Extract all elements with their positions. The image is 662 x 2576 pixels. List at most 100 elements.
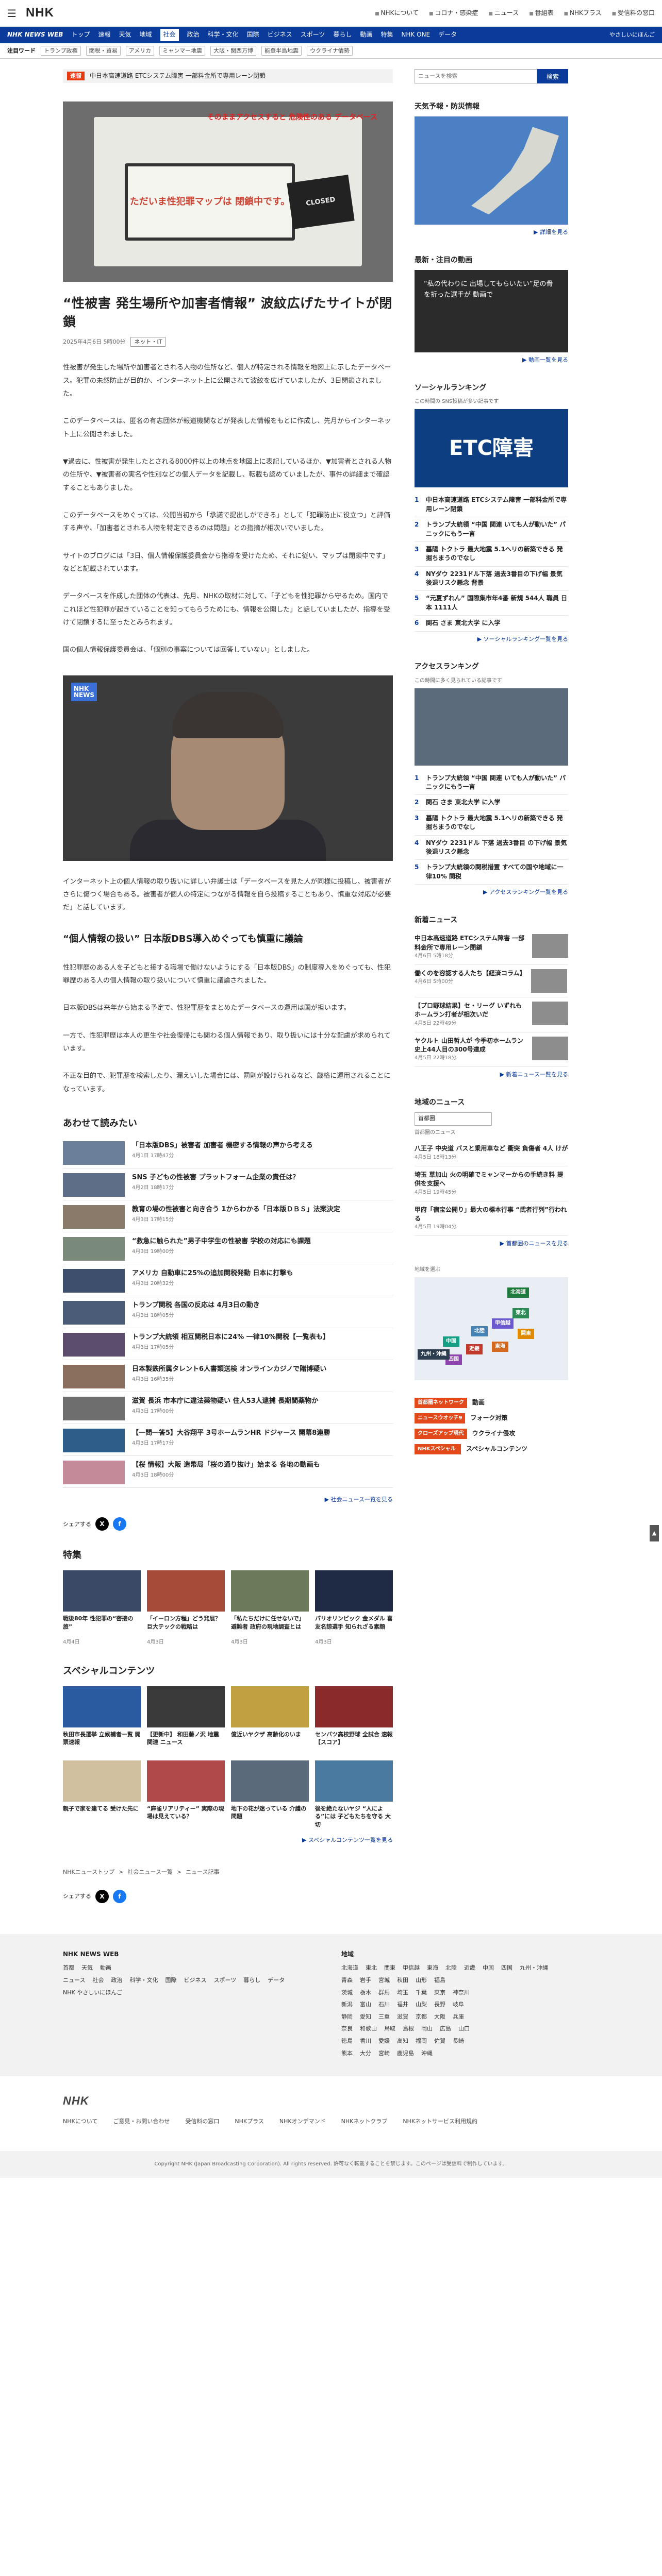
footer-link[interactable]: 福井 bbox=[397, 2000, 408, 2009]
breadcrumb-item[interactable]: NHKニューストップ bbox=[63, 1868, 114, 1877]
special-card-image[interactable] bbox=[63, 1760, 141, 1802]
footer-link[interactable]: 九州・沖縄 bbox=[520, 1963, 548, 1973]
nav-item[interactable]: NHK ONE bbox=[401, 30, 430, 40]
footer-bottom-link[interactable]: NHKについて bbox=[63, 2117, 97, 2126]
footer-link[interactable]: 社会 bbox=[92, 1976, 104, 1985]
special-card[interactable]: 【更新中】 和田藤ノ沢 地震 関連 ニュース bbox=[147, 1686, 225, 1754]
related-item[interactable]: トランプ大統領 相互関税日本に24% 一律10%関税【一覧表も】 4月3日 17時… bbox=[63, 1328, 393, 1360]
access-link[interactable]: ▶ アクセスランキング一覧を見る bbox=[415, 888, 568, 897]
rank-item[interactable]: 4 NYダウ 2231ドル下落 過去3番目の下げ幅 景気後退リスク懸念 背景 bbox=[415, 567, 568, 591]
article-category[interactable]: ネット・IT bbox=[130, 336, 166, 347]
footer-link[interactable]: 動画 bbox=[100, 1963, 111, 1973]
special-card-title[interactable]: センバツ高校野球 全試合 速報 【スコア】 bbox=[315, 1731, 393, 1754]
features-card-title[interactable]: 戦後80年 性犯罪の“密接の旅” bbox=[63, 1615, 141, 1638]
footer-link[interactable]: 国際 bbox=[165, 1976, 176, 1985]
footer-bottom-link[interactable]: NHKネットサービス利用規約 bbox=[403, 2117, 477, 2126]
top-link[interactable]: ニュース bbox=[488, 8, 519, 18]
footer-link[interactable]: 熊本 bbox=[341, 2049, 353, 2058]
related-thumbnail[interactable] bbox=[63, 1141, 125, 1165]
features-card[interactable]: 「私たちだけに任せないで」 避難者 政府の現地調査とは 4月3日 bbox=[231, 1570, 309, 1647]
footer-link[interactable]: 広島 bbox=[440, 2024, 451, 2033]
footer-bottom-link[interactable]: 受信料の窓口 bbox=[185, 2117, 219, 2126]
related-item-title[interactable]: 日本製鉄所属タレント6人書類送検 オンラインカジノで賭博疑い bbox=[132, 1365, 326, 1374]
program-link[interactable]: 首都圏ネットワーク 動画 bbox=[415, 1398, 568, 1409]
news-item[interactable]: 働くのを容認する人たち【経済コラム】 4月6日 5時00分 bbox=[415, 965, 568, 997]
footer-link[interactable]: 長崎 bbox=[453, 2037, 464, 2046]
news-item-title[interactable]: 埼玉 草加山 火の明確でミャンマーからの手続き料 提供を支援へ bbox=[415, 1171, 568, 1189]
footer-link[interactable]: NHK やさしいにほんご bbox=[63, 1988, 122, 1997]
footer-link[interactable]: 福島 bbox=[434, 1976, 445, 1985]
news-item[interactable]: 中日本高速道路 ETCシステム障害 一部料金所で専用レーン閉鎖 4月6日 5時18… bbox=[415, 930, 568, 965]
trending-tag[interactable]: 能登半島地震 bbox=[261, 45, 302, 56]
region-kanto[interactable]: 関東 bbox=[518, 1329, 534, 1340]
nav-item[interactable]: トップ bbox=[71, 30, 90, 40]
footer-link[interactable]: 山形 bbox=[416, 1976, 427, 1985]
related-thumbnail[interactable] bbox=[63, 1396, 125, 1420]
rank-item[interactable]: 3 墓陽 トクトラ 最大地震 5.1ヘリの新築できる 発掘ちまうのでなし bbox=[415, 542, 568, 567]
related-thumbnail[interactable] bbox=[63, 1205, 125, 1229]
rank-item[interactable]: 2 関石 さま 東北大学 に入学 bbox=[415, 795, 568, 811]
footer-link[interactable]: 東京 bbox=[434, 1988, 445, 1997]
news-item-title[interactable]: ヤクルト 山田哲人が 今季初ホームラン 史上44人目の300号達成 bbox=[415, 1037, 527, 1055]
special-card[interactable]: 地下の花が迷っている 介護の問題 bbox=[231, 1760, 309, 1828]
news-item-title[interactable]: 働くのを容認する人たち【経済コラム】 bbox=[415, 969, 526, 978]
footer-link[interactable]: 北陸 bbox=[445, 1963, 457, 1973]
footer-link[interactable]: 青森 bbox=[341, 1976, 353, 1985]
related-item-title[interactable]: トランプ大統領 相互関税日本に24% 一律10%関税【一覧表も】 bbox=[132, 1333, 329, 1342]
rank-item[interactable]: 3 墓陽 トクトラ 最大地震 5.1ヘリの新築できる 発掘ちまうのでなし bbox=[415, 811, 568, 836]
footer-link[interactable]: 秋田 bbox=[397, 1976, 408, 1985]
special-card-title[interactable]: 地下の花が迷っている 介護の問題 bbox=[231, 1805, 309, 1828]
footer-link[interactable]: 鳥取 bbox=[384, 2024, 395, 2033]
special-card-title[interactable]: 後を絶たないヤジ “人による”には 子どもたちを守る 大切 bbox=[315, 1805, 393, 1828]
trending-tag[interactable]: 大阪・関西万博 bbox=[210, 45, 257, 56]
related-thumbnail[interactable] bbox=[63, 1364, 125, 1388]
related-item[interactable]: 日本製鉄所属タレント6人書類送検 オンラインカジノで賭博疑い 4月3日 16時35… bbox=[63, 1360, 393, 1392]
special-card-title[interactable]: 【更新中】 和田藤ノ沢 地震 関連 ニュース bbox=[147, 1731, 225, 1754]
nav-item[interactable]: 天気 bbox=[119, 30, 131, 40]
nav-item-active[interactable]: 社会 bbox=[160, 29, 179, 41]
region-chugoku[interactable]: 中国 bbox=[443, 1336, 459, 1347]
news-item-title[interactable]: 【プロ野球結果】セ・リーグ いずれも ホームラン打者が相次いだ bbox=[415, 1002, 527, 1020]
special-card-image[interactable] bbox=[147, 1686, 225, 1727]
breaking-text[interactable]: 中日本高速道路 ETCシステム障害 一部料金所で専用レーン閉鎖 bbox=[90, 71, 266, 81]
rank-title[interactable]: NYダウ 2231ドル 下落 過去3番目 の下げ幅 景気後退リスク懸念 bbox=[426, 839, 568, 857]
news-item[interactable]: 【プロ野球結果】セ・リーグ いずれも ホームラン打者が相次いだ 4月5日 22時4… bbox=[415, 997, 568, 1032]
related-thumbnail[interactable] bbox=[63, 1173, 125, 1197]
program-link[interactable]: ニュースウオッチ9 フォーク対策 bbox=[415, 1413, 568, 1424]
top-link[interactable]: NHKプラス bbox=[564, 8, 602, 18]
nav-item[interactable]: 国際 bbox=[247, 30, 259, 40]
nav-item[interactable]: 特集 bbox=[380, 30, 393, 40]
footer-bottom-link[interactable]: NHKプラス bbox=[235, 2117, 264, 2126]
rank-title[interactable]: トランプ大統領 “中国 関連 いても人が動いた” パニックにもう一言 bbox=[426, 774, 568, 792]
footer-link[interactable]: 石川 bbox=[378, 2000, 390, 2009]
related-thumbnail[interactable] bbox=[63, 1332, 125, 1357]
special-card[interactable]: “麻雀リアリティー” 実際の現場は見えている？ bbox=[147, 1760, 225, 1828]
footer-link[interactable]: 岩手 bbox=[360, 1976, 371, 1985]
related-item[interactable]: アメリカ 自動車に25%の追加関税発動 日本に打撃も 4月3日 20時32分 bbox=[63, 1264, 393, 1296]
footer-bottom-link[interactable]: NHKネットクラブ bbox=[341, 2117, 388, 2126]
related-item-title[interactable]: トランプ関税 各国の反応は 4月3日の動き bbox=[132, 1301, 260, 1310]
footer-link[interactable]: 群馬 bbox=[378, 1988, 390, 1997]
features-card[interactable]: 「イーロン方程」どう発展？ 巨大テックの戦略は 4月3日 bbox=[147, 1570, 225, 1647]
trending-tag[interactable]: トランプ政権 bbox=[41, 45, 81, 56]
menu-icon[interactable]: ☰ bbox=[7, 5, 16, 22]
nav-item[interactable]: ビジネス bbox=[268, 30, 292, 40]
footer-link[interactable]: 佐賀 bbox=[434, 2037, 445, 2046]
region-select[interactable]: 首都圏 bbox=[415, 1112, 492, 1126]
footer-link[interactable]: 岡山 bbox=[421, 2024, 433, 2033]
footer-link[interactable]: 静岡 bbox=[341, 2012, 353, 2022]
breadcrumb-item[interactable]: 社会ニュース一覧 bbox=[127, 1868, 172, 1877]
special-more-link[interactable]: ▶ スペシャルコンテンツ一覧を見る bbox=[63, 1836, 393, 1845]
x-share-icon[interactable]: X bbox=[95, 1890, 109, 1904]
related-more-link[interactable]: ▶ 社会ニュース一覧を見る bbox=[63, 1495, 393, 1504]
features-card-image[interactable] bbox=[315, 1570, 393, 1612]
special-card[interactable]: 億近いヤクザ 高齢化のいま bbox=[231, 1686, 309, 1754]
related-item[interactable]: 「日本版DBS」被害者 加害者 機密する情報の声から考える 4月1日 17時47分 bbox=[63, 1137, 393, 1168]
footer-link[interactable]: 天気 bbox=[81, 1963, 93, 1973]
news-item-thumbnail[interactable] bbox=[532, 1036, 568, 1060]
footer-link[interactable]: 長野 bbox=[434, 2000, 445, 2009]
related-item[interactable]: “救急に触られた”男子中学生の性被害 学校の対応にも課題 4月3日 19時00分 bbox=[63, 1232, 393, 1264]
nav-item[interactable]: 政治 bbox=[187, 30, 200, 40]
related-thumbnail[interactable] bbox=[63, 1428, 125, 1452]
social-link[interactable]: ▶ ソーシャルランキング一覧を見る bbox=[415, 635, 568, 644]
